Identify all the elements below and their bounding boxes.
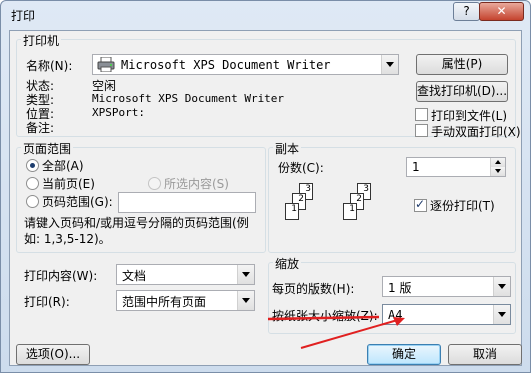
print-dialog: 打印 ? ✕ 打印机 名称(N): Microsoft XPS Document… bbox=[0, 0, 531, 373]
annotation-arrow bbox=[300, 318, 402, 349]
annotation-overlay bbox=[267, 315, 405, 349]
annotation-underline bbox=[267, 315, 380, 321]
